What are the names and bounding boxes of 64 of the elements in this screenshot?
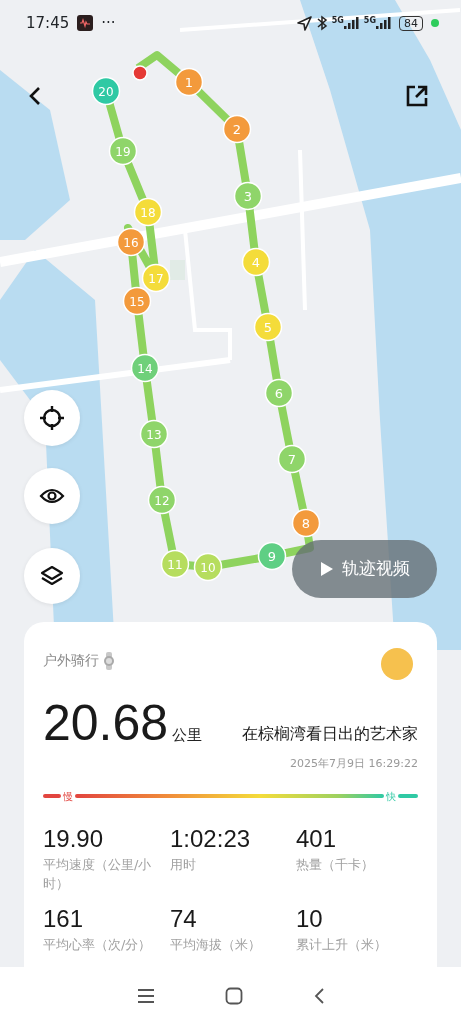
track-video-button[interactable]: 轨迹视频	[292, 540, 437, 598]
share-button[interactable]	[405, 84, 429, 108]
stat-label: 平均海拔（米）	[170, 935, 262, 954]
start-marker	[132, 65, 148, 81]
battery-level: 84	[399, 15, 423, 31]
menu-button[interactable]	[136, 987, 155, 1004]
km-marker: 13	[139, 419, 169, 449]
km-marker: 17	[141, 263, 171, 293]
avatar	[380, 646, 414, 682]
sport-type: 户外骑行	[43, 651, 99, 670]
stat-label: 平均速度（公里/小时）	[43, 855, 153, 893]
network-type-label: 5G	[363, 17, 376, 26]
km-marker: 9	[257, 541, 287, 571]
clock-time: 17:45	[26, 13, 70, 34]
km-marker: 19	[108, 136, 138, 166]
fast-label: 快	[384, 788, 398, 804]
signal-icon	[376, 17, 392, 30]
pace-scale-bar	[398, 794, 418, 798]
network-type-label: 5G	[331, 17, 344, 26]
km-marker: 4	[241, 247, 271, 277]
back-button[interactable]	[28, 86, 42, 106]
stat-value: 1:02:23	[170, 825, 252, 852]
km-marker: 6	[264, 378, 294, 408]
km-marker: 15	[122, 286, 152, 316]
layers-icon	[40, 564, 64, 588]
recorder-app-icon	[77, 15, 94, 32]
km-marker: 3	[233, 181, 263, 211]
km-marker: 7	[277, 444, 307, 474]
stat-value: 19.90	[43, 825, 105, 852]
distance-unit: 公里	[172, 724, 203, 746]
km-marker: 12	[147, 485, 177, 515]
km-marker: 11	[160, 549, 190, 579]
activity-title: 在棕榈湾看日出的艺术家	[242, 723, 418, 745]
distance-value: 20.68	[43, 698, 169, 748]
stat-label: 累计上升（米）	[296, 935, 388, 954]
play-icon	[319, 561, 334, 577]
activity-datetime: 2025年7月9日 16:29:22	[290, 756, 418, 772]
crosshair-icon	[39, 405, 65, 431]
stat-label: 热量（千卡）	[296, 855, 375, 874]
km-marker: 14	[130, 353, 160, 383]
more-icon: ···	[101, 12, 116, 35]
km-marker: 8	[291, 508, 321, 538]
watch-icon	[103, 651, 115, 670]
km-marker: 10	[193, 552, 223, 582]
bluetooth-icon	[315, 15, 328, 32]
back-nav-button[interactable]	[312, 986, 325, 1005]
km-marker: 5	[253, 312, 283, 342]
km-marker: 18	[133, 197, 163, 227]
pace-scale-bar	[43, 794, 61, 798]
eye-icon	[39, 486, 65, 506]
km-marker: 1	[174, 67, 204, 97]
home-button[interactable]	[224, 986, 243, 1005]
stat-label: 用时	[170, 855, 197, 874]
stat-label: 平均心率（次/分）	[43, 935, 153, 954]
stat-value: 161	[43, 905, 85, 932]
location-arrow-icon	[296, 15, 312, 31]
km-marker: 2	[222, 114, 252, 144]
stat-value: 401	[296, 825, 338, 852]
stat-value: 74	[170, 905, 198, 932]
stat-value: 10	[296, 905, 324, 932]
km-marker: 16	[116, 227, 146, 257]
signal-icon	[343, 17, 360, 30]
km-marker: 20	[91, 76, 121, 106]
status-dot-icon	[431, 19, 439, 28]
